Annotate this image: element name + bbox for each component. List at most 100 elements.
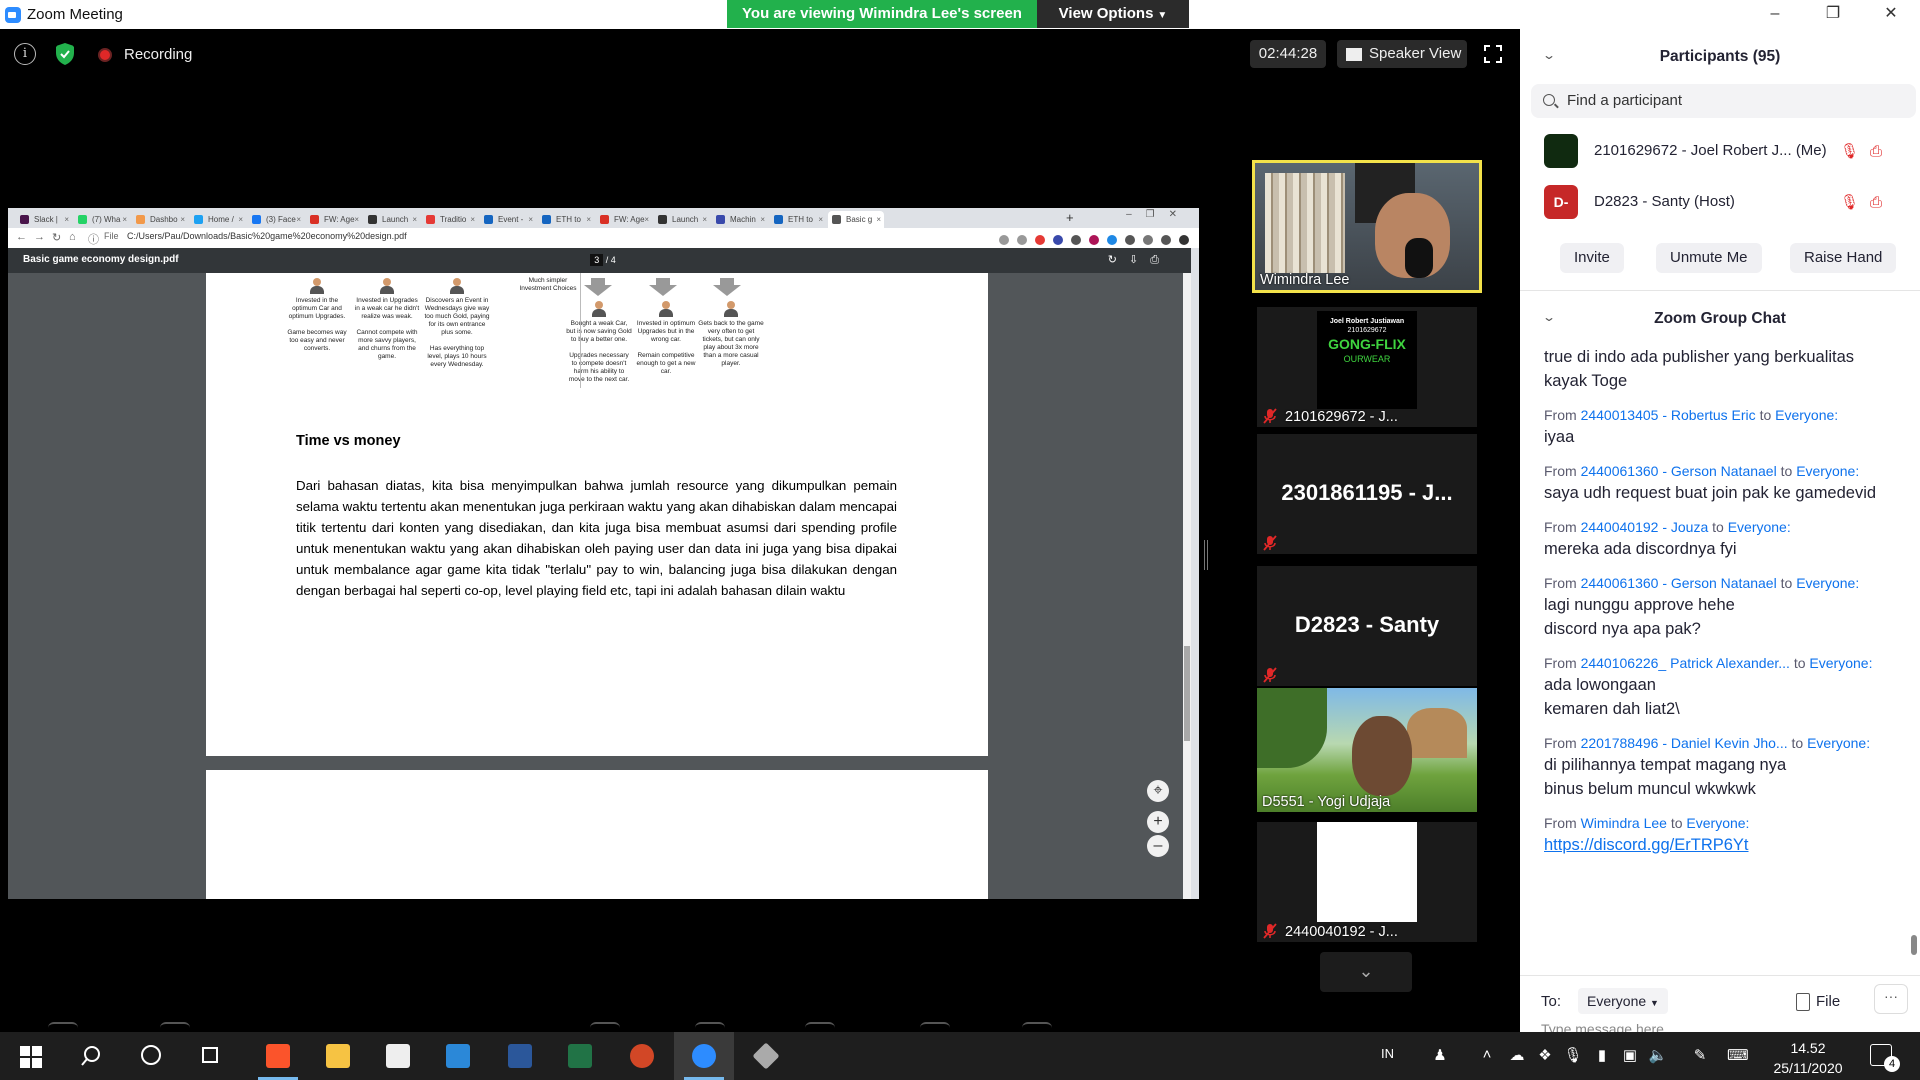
chat-recipient[interactable]: Everyone: xyxy=(1796,575,1859,591)
browser-tab[interactable]: FW: Age × xyxy=(596,211,652,228)
print-icon[interactable]: ⎙ xyxy=(1150,254,1171,266)
chat-sender[interactable]: 2440106226_ Patrick Alexander... xyxy=(1581,655,1790,671)
tab-close-icon[interactable]: × xyxy=(296,211,301,228)
word-icon[interactable] xyxy=(490,1032,550,1080)
scrollbar-thumb[interactable] xyxy=(1911,935,1917,955)
muted-mic-icon[interactable]: 🎙 xyxy=(1840,143,1859,161)
file-button[interactable]: File xyxy=(1796,993,1840,1011)
powerpoint-icon[interactable] xyxy=(612,1032,672,1080)
fullscreen-icon[interactable] xyxy=(1484,45,1502,63)
onedrive-icon[interactable]: ☁ xyxy=(1507,1046,1527,1066)
zoom-out-button[interactable]: – xyxy=(1147,835,1169,857)
site-info-icon[interactable]: ⓘ xyxy=(88,231,99,247)
video-tile-active-speaker[interactable]: Wimindra Lee xyxy=(1252,160,1482,293)
view-options-button[interactable]: View Options ▼ xyxy=(1037,0,1189,28)
gallery-scroll-down-button[interactable]: ⌄ xyxy=(1320,952,1412,992)
chat-sender[interactable]: 2201788496 - Daniel Kevin Jho... xyxy=(1581,735,1788,751)
chat-sender[interactable]: 2440061360 - Gerson Natanael xyxy=(1581,575,1777,591)
muted-mic-icon[interactable]: 🎙 xyxy=(1840,194,1859,212)
excel-icon[interactable] xyxy=(550,1032,610,1080)
video-tile[interactable]: D5551 - Yogi Udjaja xyxy=(1257,688,1477,812)
browser-tab[interactable]: Slack | × xyxy=(16,211,72,228)
restore-icon[interactable]: ❐ xyxy=(1804,0,1862,28)
file-explorer-icon[interactable] xyxy=(308,1032,368,1080)
browser-tab[interactable]: ETH to × xyxy=(538,211,594,228)
participant-row-me[interactable]: 2101629672 - Joel Robert J... (Me) 🎙 ⎙ xyxy=(1544,134,1904,168)
rotate-icon[interactable]: ↻ xyxy=(1108,254,1129,266)
chat-recipient[interactable]: Everyone: xyxy=(1775,407,1838,423)
url-field[interactable]: File C:/Users/Pau/Downloads/Basic%20game… xyxy=(104,231,407,241)
raise-hand-button[interactable]: Raise Hand xyxy=(1790,243,1897,273)
browser-tab[interactable]: (7) Wha × xyxy=(74,211,130,228)
browser-tab[interactable]: (3) Face × xyxy=(248,211,304,228)
pdf-tools[interactable]: ↻⇩⎙ xyxy=(1108,253,1171,267)
video-off-icon[interactable]: ⎙ xyxy=(1870,194,1888,212)
windows-start-icon[interactable] xyxy=(10,1044,50,1068)
clock[interactable]: 14.52 25/11/2020 xyxy=(1766,1038,1850,1078)
browser-tab[interactable]: Dashbo × xyxy=(132,211,188,228)
tab-close-icon[interactable]: × xyxy=(702,211,707,228)
chat-recipient[interactable]: Everyone: xyxy=(1796,463,1859,479)
unmute-me-button[interactable]: Unmute Me xyxy=(1656,243,1762,273)
chat-sender[interactable]: 2440061360 - Gerson Natanael xyxy=(1581,463,1777,479)
store-icon[interactable] xyxy=(368,1032,428,1080)
video-tile[interactable]: Joel Robert Justiawan 2101629672 GONG-FL… xyxy=(1257,307,1477,427)
pdf-page-indicator[interactable]: 3 / 4 xyxy=(583,253,623,268)
split-handle[interactable] xyxy=(1204,540,1208,570)
find-participant-input[interactable]: Find a participant xyxy=(1531,84,1916,118)
zoom-in-button[interactable]: + xyxy=(1147,811,1169,833)
minimize-icon[interactable]: – xyxy=(1746,0,1804,28)
browser-tab[interactable]: FW: Age × xyxy=(306,211,362,228)
browser-tab[interactable]: Machin × xyxy=(712,211,768,228)
fit-page-button[interactable]: ⌖ xyxy=(1147,780,1169,802)
pdf-page-current[interactable]: 3 xyxy=(590,254,604,266)
browser-tab[interactable]: Traditio × xyxy=(422,211,478,228)
tab-close-icon[interactable]: × xyxy=(470,211,475,228)
tab-close-icon[interactable]: × xyxy=(180,211,185,228)
more-options-button[interactable]: ··· xyxy=(1874,984,1908,1014)
tab-close-icon[interactable]: × xyxy=(586,211,591,228)
input-language[interactable]: IN xyxy=(1381,1046,1394,1061)
meeting-info-icon[interactable]: i xyxy=(14,43,36,65)
close-icon[interactable]: ✕ xyxy=(1862,0,1920,28)
browser-tab[interactable]: ETH to × xyxy=(770,211,826,228)
battery-icon[interactable]: ▮ xyxy=(1592,1046,1612,1066)
chat-scrollbar[interactable] xyxy=(1911,125,1917,965)
browser-tab[interactable]: Launch × xyxy=(364,211,420,228)
brave-browser-icon[interactable] xyxy=(248,1032,308,1080)
encryption-shield-icon[interactable] xyxy=(54,42,76,66)
back-arrow-icon[interactable]: ← xyxy=(16,231,27,243)
tab-close-icon[interactable]: × xyxy=(64,211,69,228)
new-tab-button[interactable]: + xyxy=(1066,210,1074,225)
tab-close-icon[interactable]: × xyxy=(644,211,649,228)
tab-close-icon[interactable]: × xyxy=(238,211,243,228)
chat-recipient[interactable]: Everyone: xyxy=(1728,519,1791,535)
tab-close-icon[interactable]: × xyxy=(818,211,823,228)
microphone-icon[interactable]: 🎙 xyxy=(1563,1046,1583,1066)
video-tile[interactable]: D2823 - Santy xyxy=(1257,566,1477,686)
video-tile[interactable]: 2440040192 - J... xyxy=(1257,822,1477,942)
tab-close-icon[interactable]: × xyxy=(412,211,417,228)
pen-icon[interactable]: ✎ xyxy=(1690,1046,1710,1066)
browser-window-controls[interactable]: –❐✕ xyxy=(1126,209,1191,220)
forward-arrow-icon[interactable]: → xyxy=(34,231,45,243)
tab-close-icon[interactable]: × xyxy=(760,211,765,228)
pdf-viewport[interactable]: Invested in the optimum Car and optimum … xyxy=(8,273,1191,899)
video-off-icon[interactable]: ⎙ xyxy=(1870,143,1888,161)
stack-app-icon[interactable] xyxy=(736,1032,796,1080)
home-icon[interactable]: ⌂ xyxy=(69,231,76,243)
browser-tab[interactable]: Event - × xyxy=(480,211,536,228)
chat-link[interactable]: https://discord.gg/ErTRP6Yt xyxy=(1544,836,1749,854)
window-controls[interactable]: – ❐ ✕ xyxy=(1746,0,1920,29)
chat-sender[interactable]: 2440013405 - Robertus Eric xyxy=(1581,407,1756,423)
recipient-select[interactable]: Everyone ▼ xyxy=(1578,988,1668,1014)
chat-sender[interactable]: Wimindra Lee xyxy=(1581,815,1667,831)
browser-tab[interactable]: Basic g × xyxy=(828,211,884,228)
chat-recipient[interactable]: Everyone: xyxy=(1686,815,1749,831)
scrollbar-thumb[interactable] xyxy=(1184,646,1190,741)
keyboard-icon[interactable]: ⌨ xyxy=(1727,1046,1749,1066)
speaker-view-button[interactable]: Speaker View xyxy=(1337,40,1467,68)
pdf-scrollbar[interactable] xyxy=(1183,273,1191,899)
reload-icon[interactable]: ↻ xyxy=(52,231,61,244)
browser-tab[interactable]: Launch × xyxy=(654,211,710,228)
